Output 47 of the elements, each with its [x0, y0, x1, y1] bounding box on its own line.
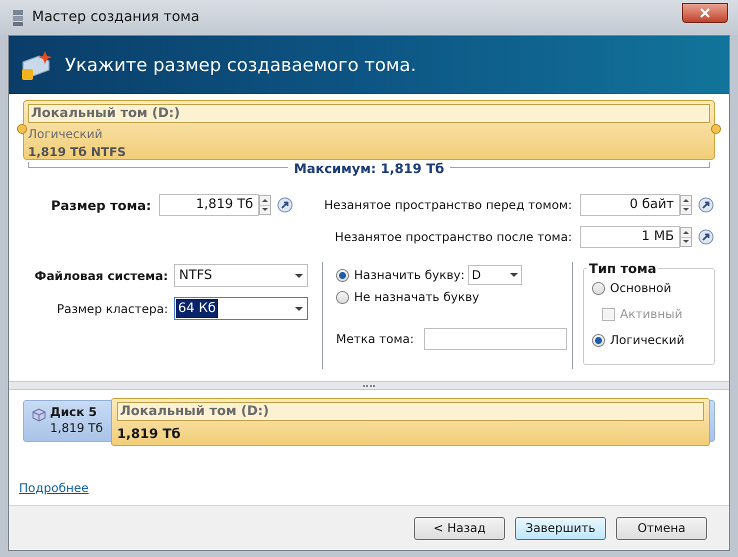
caret-icon	[295, 274, 303, 278]
close-button[interactable]	[682, 2, 728, 22]
caret-icon	[295, 306, 303, 310]
dialog-button[interactable]: < Назад	[414, 516, 505, 540]
disk-name: Диск 5	[50, 404, 98, 420]
dialog-button[interactable]: Завершить	[515, 516, 606, 540]
radio-label[interactable]: Назначить букву:	[354, 266, 465, 284]
disk-size: 1,819 Тб	[50, 420, 103, 436]
close-icon	[700, 8, 710, 18]
radio-button[interactable]	[336, 268, 349, 282]
field-label: Размер тома:	[51, 198, 152, 216]
size-field[interactable]: 1,819 Тб	[159, 194, 260, 216]
resize-handle[interactable]	[17, 124, 27, 134]
radio-label[interactable]: Не назначать букву	[354, 288, 480, 306]
volume-size: 1,819 Тб	[117, 426, 182, 444]
field-label: Размер кластера:	[56, 300, 168, 318]
field-label: Файловая система:	[34, 268, 168, 284]
spin-buttons[interactable]	[680, 227, 692, 247]
spin-buttons[interactable]	[259, 195, 272, 215]
radio-label[interactable]: Основной	[610, 279, 672, 297]
field-label: Незанятое пространство после тома:	[334, 229, 572, 246]
volume-block[interactable]: Локальный том (D:) 1,819 Тб	[111, 398, 710, 446]
volume-bar[interactable]: Локальный том (D:) Логический 1,819 Тб NTFS	[23, 100, 715, 160]
radio-button[interactable]	[336, 290, 349, 304]
header-title: Укажите размер создаваемого тома.	[65, 54, 416, 78]
drive-letter-dropdown[interactable]: D	[468, 265, 522, 285]
volume-name-field: Локальный том (D:)	[117, 402, 704, 421]
volume-label-field[interactable]	[424, 328, 567, 350]
volume-type: Логический	[28, 126, 104, 143]
dialog-button[interactable]: Отмена	[616, 516, 707, 540]
radio-label[interactable]: Логический	[610, 331, 684, 349]
volume-name-field: Локальный том (D:)	[28, 104, 710, 123]
size-field[interactable]: 0 байт	[580, 194, 680, 216]
file-system-dropdown[interactable]: NTFS	[174, 264, 308, 287]
spin-buttons[interactable]	[680, 195, 692, 215]
maximum-label: Максимум: 1,819 Тб	[292, 161, 446, 180]
cluster-size-dropdown[interactable]: 64 Кб	[174, 297, 308, 320]
window-title: Мастер создания тома	[32, 8, 200, 27]
radio-button[interactable]	[592, 334, 605, 346]
volume-size: 1,819 Тб NTFS	[28, 144, 127, 161]
details-link[interactable]: Подробнее	[19, 479, 89, 497]
size-field[interactable]: 1 МБ	[580, 226, 680, 248]
resize-handle[interactable]	[711, 124, 721, 134]
field-label: Метка тома:	[336, 331, 414, 348]
caret-icon	[510, 273, 518, 277]
field-label: Незанятое пространство перед томом:	[324, 197, 572, 214]
radio-button[interactable]	[592, 282, 605, 294]
